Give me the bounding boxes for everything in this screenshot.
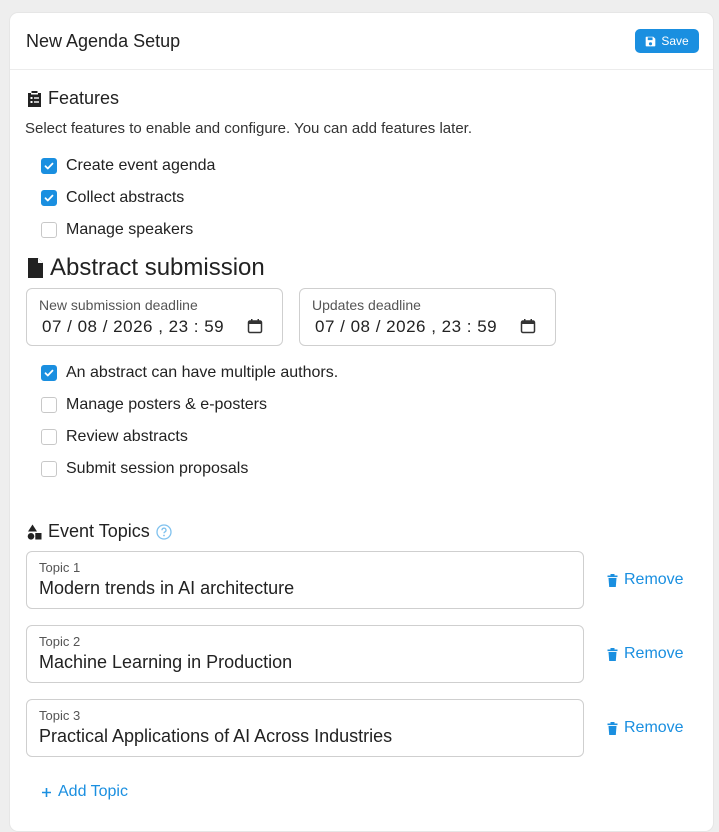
new-submission-deadline-field[interactable]: New submission deadline 07 / 08 / 2026 ,…: [26, 288, 283, 346]
checkbox-row-create-event-agenda[interactable]: Create event agenda: [41, 157, 215, 175]
checkbox-row-manage-speakers[interactable]: Manage speakers: [41, 221, 193, 239]
remove-label: Remove: [624, 719, 684, 736]
save-button[interactable]: Save: [635, 29, 699, 53]
updates-deadline-label: Updates deadline: [312, 297, 421, 313]
topic-field-2[interactable]: Topic 2 Machine Learning in Production: [26, 625, 584, 683]
question-circle-icon[interactable]: [156, 523, 172, 540]
checkbox-label: An abstract can have multiple authors.: [66, 364, 339, 381]
abstract-title: Abstract submission: [50, 254, 265, 281]
checkbox-unchecked[interactable]: [41, 397, 57, 413]
updates-deadline-field[interactable]: Updates deadline 07 / 08 / 2026 , 23 : 5…: [299, 288, 556, 346]
remove-label: Remove: [624, 645, 684, 662]
checkbox-row-submit-session-proposals[interactable]: Submit session proposals: [41, 460, 248, 478]
abstract-heading: Abstract submission: [27, 254, 265, 282]
checkbox-label: Review abstracts: [66, 428, 188, 445]
checkbox-checked[interactable]: [41, 365, 57, 381]
checkbox-label: Create event agenda: [66, 157, 216, 174]
save-button-label: Save: [661, 34, 689, 48]
document-icon: [28, 258, 43, 278]
topics-heading: Event Topics: [27, 521, 172, 542]
new-submission-deadline-value[interactable]: 07 / 08 / 2026 , 23 : 59: [42, 317, 224, 337]
calendar-icon[interactable]: [520, 318, 536, 334]
checkbox-label: Submit session proposals: [66, 460, 249, 477]
topics-title: Event Topics: [48, 521, 150, 541]
checkbox-checked[interactable]: [41, 158, 57, 174]
add-topic-label: Add Topic: [58, 783, 128, 800]
floppy-disk-icon: [646, 36, 656, 46]
features-description: Select features to enable and configure.…: [25, 120, 472, 137]
remove-topic-button-3[interactable]: Remove: [607, 719, 684, 737]
new-submission-deadline-label: New submission deadline: [39, 297, 198, 313]
topic-input[interactable]: Modern trends in AI architecture: [39, 578, 294, 599]
features-heading: Features: [27, 88, 119, 109]
topic-label: Topic 2: [39, 634, 81, 649]
topic-label: Topic 1: [39, 560, 81, 575]
page-title: New Agenda Setup: [26, 31, 181, 51]
checkbox-unchecked[interactable]: [41, 222, 57, 238]
updates-deadline-value[interactable]: 07 / 08 / 2026 , 23 : 59: [315, 317, 497, 337]
checkbox-row-review-abstracts[interactable]: Review abstracts: [41, 428, 188, 446]
remove-topic-button-1[interactable]: Remove: [607, 571, 684, 589]
remove-label: Remove: [624, 571, 684, 588]
checkbox-checked[interactable]: [41, 190, 57, 206]
topic-field-1[interactable]: Topic 1 Modern trends in AI architecture: [26, 551, 584, 609]
plus-icon: [42, 787, 51, 797]
remove-topic-button-2[interactable]: Remove: [607, 645, 684, 663]
clipboard-list-icon: [28, 91, 41, 107]
checkbox-row-collect-abstracts[interactable]: Collect abstracts: [41, 189, 184, 207]
trash-icon: [607, 647, 618, 661]
checkbox-unchecked[interactable]: [41, 429, 57, 445]
topic-label: Topic 3: [39, 708, 81, 723]
calendar-icon[interactable]: [247, 318, 263, 334]
topic-input[interactable]: Machine Learning in Production: [39, 652, 292, 673]
topic-input[interactable]: Practical Applications of AI Across Indu…: [39, 726, 392, 747]
checkbox-row-manage-posters-e-posters[interactable]: Manage posters & e-posters: [41, 396, 267, 414]
trash-icon: [607, 573, 618, 587]
features-title: Features: [48, 88, 120, 108]
checkbox-label: Collect abstracts: [66, 189, 185, 206]
add-topic-button[interactable]: Add Topic: [41, 783, 128, 801]
checkbox-label: Manage speakers: [66, 221, 194, 238]
shapes-icon: [27, 524, 42, 540]
agenda-setup-card: New Agenda Setup Save Features Select fe…: [9, 12, 714, 832]
trash-icon: [607, 721, 618, 735]
topic-field-3[interactable]: Topic 3 Practical Applications of AI Acro…: [26, 699, 584, 757]
checkbox-label: Manage posters & e-posters: [66, 396, 267, 413]
card-header: New Agenda Setup Save: [10, 13, 713, 70]
checkbox-unchecked[interactable]: [41, 461, 57, 477]
checkbox-row-an-abstract-can-have-multiple-authors[interactable]: An abstract can have multiple authors.: [41, 364, 338, 382]
